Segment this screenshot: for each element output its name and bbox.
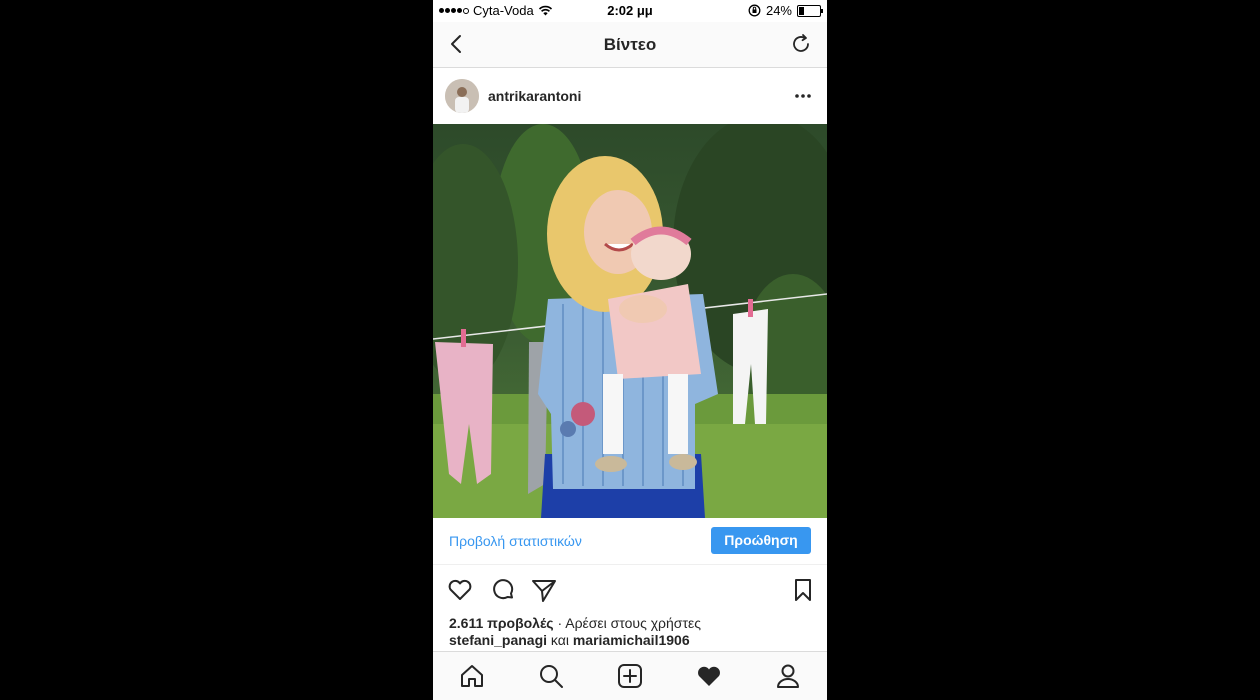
page-title: Βίντεο xyxy=(603,35,657,54)
comment-icon[interactable] xyxy=(489,576,517,604)
activity-heart-icon[interactable] xyxy=(695,662,723,690)
search-icon[interactable] xyxy=(537,662,565,690)
bookmark-icon[interactable] xyxy=(789,576,817,604)
orientation-lock-icon xyxy=(748,4,761,17)
profile-icon[interactable] xyxy=(774,662,802,690)
status-right: 24% xyxy=(748,3,823,18)
view-count-line: 2.611 προβολές · Αρέσει στους χρήστες xyxy=(449,615,701,631)
post-header: antrikarantoni xyxy=(433,68,827,124)
tab-bar xyxy=(433,651,827,700)
avatar[interactable] xyxy=(445,79,479,113)
insights-bar: Προβολή στατιστικών Προώθηση xyxy=(433,518,827,565)
liker-conjunction: και xyxy=(550,632,569,648)
refresh-icon[interactable] xyxy=(789,32,813,56)
share-icon[interactable] xyxy=(530,576,558,604)
post-video[interactable] xyxy=(433,124,827,518)
home-icon[interactable] xyxy=(458,662,486,690)
liked-by-prefix: · Αρέσει στους χρήστες xyxy=(557,615,701,631)
add-icon[interactable] xyxy=(616,662,644,690)
liker-username-2[interactable]: mariamichail1906 xyxy=(573,632,690,648)
view-insights-link[interactable]: Προβολή στατιστικών xyxy=(449,533,582,549)
battery-percent: 24% xyxy=(765,3,792,18)
liker-username-1[interactable]: stefani_panagi xyxy=(449,632,547,648)
likers-line: stefani_panagi και mariamichail1906 xyxy=(449,632,690,648)
promote-button[interactable]: Προώθηση xyxy=(711,527,811,554)
nav-bar: Βίντεο xyxy=(433,22,827,68)
battery-icon xyxy=(797,4,823,17)
post-username[interactable]: antrikarantoni xyxy=(488,88,581,104)
heart-icon[interactable] xyxy=(446,576,474,604)
phone-screen: Cyta-Voda 2:02 μμ 24% Βίντεο antrikarant… xyxy=(433,0,827,700)
post-actions xyxy=(433,572,827,608)
status-bar: Cyta-Voda 2:02 μμ 24% xyxy=(433,0,827,22)
view-count[interactable]: 2.611 προβολές xyxy=(449,615,554,631)
ellipsis-icon[interactable] xyxy=(793,86,813,106)
